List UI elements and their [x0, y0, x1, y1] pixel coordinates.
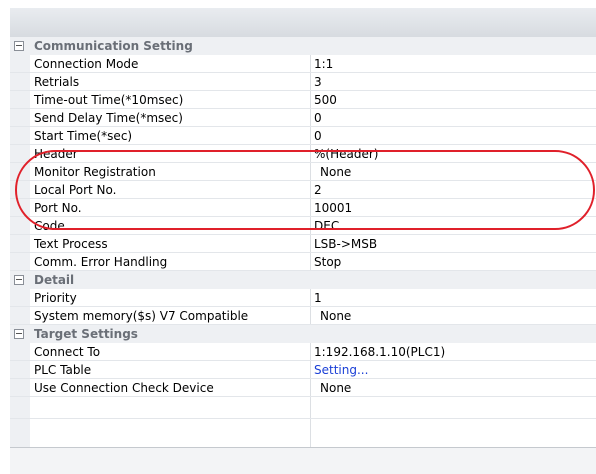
property-name: Connection Mode: [34, 57, 139, 71]
category-communication-setting[interactable]: Communication Setting: [10, 37, 596, 55]
property-value[interactable]: %(Header): [314, 147, 378, 161]
property-row-monitor-registration[interactable]: Monitor Registration None: [10, 163, 596, 181]
property-row-retrials[interactable]: Retrials 3: [10, 73, 596, 91]
property-value[interactable]: 3: [314, 75, 322, 89]
property-name: Monitor Registration: [34, 165, 156, 179]
property-name: Priority: [34, 291, 77, 305]
property-name: Local Port No.: [34, 183, 117, 197]
property-name: Comm. Error Handling: [34, 255, 168, 269]
property-row-timeout-time[interactable]: Time-out Time(*10msec) 500: [10, 91, 596, 109]
property-grid: Communication Setting Connection Mode 1:…: [10, 37, 596, 447]
category-label: Target Settings: [34, 327, 138, 341]
property-row-local-port-no[interactable]: Local Port No. 2: [10, 181, 596, 199]
property-value[interactable]: None: [320, 165, 351, 179]
property-name: System memory($s) V7 Compatible: [34, 309, 249, 323]
category-label: Communication Setting: [34, 39, 193, 53]
property-row-connection-mode[interactable]: Connection Mode 1:1: [10, 55, 596, 73]
panel-header-bar: [10, 8, 596, 38]
empty-row: [10, 397, 596, 419]
property-row-use-connection-check-device[interactable]: Use Connection Check Device None: [10, 379, 596, 397]
property-name: Connect To: [34, 345, 101, 359]
category-detail[interactable]: Detail: [10, 271, 596, 289]
property-row-system-memory-v7[interactable]: System memory($s) V7 Compatible None: [10, 307, 596, 325]
property-row-start-time[interactable]: Start Time(*sec) 0: [10, 127, 596, 145]
property-row-comm-error-handling[interactable]: Comm. Error Handling Stop: [10, 253, 596, 271]
property-row-send-delay-time[interactable]: Send Delay Time(*msec) 0: [10, 109, 596, 127]
property-value[interactable]: LSB->MSB: [314, 237, 377, 251]
property-value[interactable]: 0: [314, 111, 322, 125]
collapse-toggle-icon[interactable]: [14, 329, 24, 339]
property-value[interactable]: 1:1: [314, 57, 333, 71]
description-panel: [10, 447, 596, 474]
property-name: Start Time(*sec): [34, 129, 133, 143]
property-row-priority[interactable]: Priority 1: [10, 289, 596, 307]
property-value[interactable]: 10001: [314, 201, 352, 215]
property-value[interactable]: 0: [314, 129, 322, 143]
property-name: Port No.: [34, 201, 82, 215]
property-value[interactable]: None: [320, 309, 351, 323]
category-label: Detail: [34, 273, 75, 287]
property-name: Send Delay Time(*msec): [34, 111, 183, 125]
collapse-toggle-icon[interactable]: [14, 41, 24, 51]
property-value[interactable]: 2: [314, 183, 322, 197]
property-value[interactable]: 500: [314, 93, 337, 107]
collapse-toggle-icon[interactable]: [14, 275, 24, 285]
property-name: Time-out Time(*10msec): [34, 93, 184, 107]
property-value[interactable]: None: [320, 381, 351, 395]
property-name: Use Connection Check Device: [34, 381, 214, 395]
property-row-plc-table[interactable]: PLC Table Setting...: [10, 361, 596, 379]
property-row-text-process[interactable]: Text Process LSB->MSB: [10, 235, 596, 253]
property-name: Retrials: [34, 75, 80, 89]
category-target-settings[interactable]: Target Settings: [10, 325, 596, 343]
plc-table-setting-link[interactable]: Setting...: [314, 363, 368, 377]
property-row-port-no[interactable]: Port No. 10001: [10, 199, 596, 217]
property-row-header[interactable]: Header %(Header): [10, 145, 596, 163]
property-value[interactable]: Stop: [314, 255, 341, 269]
property-value[interactable]: DEC: [314, 219, 339, 233]
property-name: Text Process: [34, 237, 108, 251]
property-row-code[interactable]: Code DEC: [10, 217, 596, 235]
property-name: Code: [34, 219, 65, 233]
property-name: Header: [34, 147, 78, 161]
property-value[interactable]: 1: [314, 291, 322, 305]
property-name: PLC Table: [34, 363, 92, 377]
property-row-connect-to[interactable]: Connect To 1:192.168.1.10(PLC1): [10, 343, 596, 361]
property-value[interactable]: 1:192.168.1.10(PLC1): [314, 345, 445, 359]
